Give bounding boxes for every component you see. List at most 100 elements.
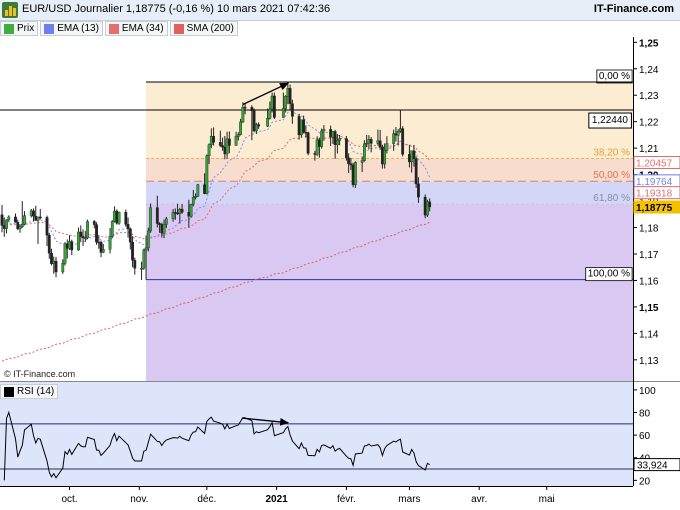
candle-body xyxy=(113,210,116,222)
y-tick-label: 1,24 xyxy=(639,65,659,76)
candle-body xyxy=(34,215,38,221)
legend-label-rsi: RSI (14) xyxy=(17,386,55,397)
candle-body xyxy=(322,129,326,132)
candle-body xyxy=(315,139,319,155)
price-chart[interactable]: 0,00 % 38,20 % 50,00 % 61,80 % 100,00 % 1,224… xyxy=(0,0,680,510)
candle-body xyxy=(99,242,103,253)
copyright-text: © IT-Finance.com xyxy=(4,369,76,379)
candle-body xyxy=(218,142,222,146)
candle-body xyxy=(288,88,292,104)
candle-body xyxy=(36,216,40,221)
candle-body xyxy=(171,212,175,219)
candle-body xyxy=(14,216,17,223)
candle-body xyxy=(270,95,274,110)
candle-body xyxy=(97,241,101,244)
candle-body xyxy=(297,116,301,136)
x-tick-label: févr. xyxy=(337,494,356,505)
fib-zone xyxy=(146,158,634,182)
price-label: 1,19318 xyxy=(636,189,673,200)
rsi-value-label: 33,924 xyxy=(637,461,668,472)
candle-body xyxy=(286,88,290,97)
candle-body xyxy=(32,210,35,217)
candle-body xyxy=(0,214,4,226)
candle-body xyxy=(61,263,65,273)
candle-body xyxy=(2,225,6,229)
rsi-legend: RSI (14) xyxy=(0,384,60,399)
candle-body xyxy=(412,150,416,159)
candle-body xyxy=(290,103,294,117)
candle-body xyxy=(187,211,191,217)
candle-body xyxy=(338,138,342,141)
candle-body xyxy=(128,228,132,243)
candle-body xyxy=(101,249,105,253)
candle-body xyxy=(158,223,161,225)
candle-body xyxy=(47,234,51,254)
candle-body xyxy=(329,129,333,138)
candle-body xyxy=(189,204,193,217)
price-label: 1,18775 xyxy=(636,203,673,214)
x-tick-label: avr. xyxy=(471,494,487,505)
y-tick-label: 1,18 xyxy=(639,224,659,235)
candle-body xyxy=(144,247,148,251)
candle-body xyxy=(124,211,128,225)
y-tick-label: 1,15 xyxy=(639,303,659,314)
candle-body xyxy=(52,260,56,264)
candle-body xyxy=(191,197,195,205)
candle-body xyxy=(394,133,398,136)
fib-zone xyxy=(146,204,634,280)
candle-body xyxy=(381,146,384,165)
candle-body xyxy=(383,150,387,165)
x-tick-label: mars xyxy=(398,494,420,505)
candle-body xyxy=(178,209,182,214)
candle-body xyxy=(399,128,402,132)
y-tick-label: 1,17 xyxy=(639,250,659,261)
candle-body xyxy=(333,131,337,145)
candle-body xyxy=(77,231,80,251)
candle-body xyxy=(29,210,33,216)
y-tick-label: 1,16 xyxy=(639,276,659,287)
candle-body xyxy=(317,139,321,147)
rsi-y-tick-label: 20 xyxy=(639,476,651,487)
x-tick-label: 2021 xyxy=(265,494,288,505)
candle-body xyxy=(180,209,184,213)
candle-body xyxy=(236,134,240,137)
candle-body xyxy=(414,158,418,185)
candle-body xyxy=(408,154,411,163)
candle-body xyxy=(234,136,238,146)
candle-body xyxy=(20,224,24,227)
candle-body xyxy=(320,130,324,147)
rsi-y-tick-label: 100 xyxy=(639,386,656,397)
candle-body xyxy=(223,146,227,155)
candle-body xyxy=(313,153,317,155)
fib-level-label: 50,00 % xyxy=(593,170,630,181)
legend-item-rsi[interactable]: RSI (14) xyxy=(0,384,59,399)
candle-body xyxy=(5,219,8,229)
candle-body xyxy=(164,218,168,225)
candle-body xyxy=(162,224,166,234)
resistance-label: 1,22440 xyxy=(592,115,629,126)
candle-body xyxy=(149,207,152,232)
candle-body xyxy=(212,136,215,143)
candle-body xyxy=(92,221,96,225)
candle-body xyxy=(86,221,89,239)
candle-body xyxy=(45,217,49,236)
candle-body xyxy=(196,184,200,197)
candle-body xyxy=(131,241,134,261)
fib-level-label: 100,00 % xyxy=(588,269,630,280)
candle-body xyxy=(417,183,420,198)
candle-body xyxy=(423,196,427,216)
candle-body xyxy=(385,143,389,151)
candle-body xyxy=(16,222,20,230)
candle-body xyxy=(142,249,146,269)
candle-body xyxy=(254,124,258,132)
candle-body xyxy=(367,139,371,144)
candle-body xyxy=(68,241,71,249)
candle-body xyxy=(349,163,353,166)
candle-body xyxy=(63,243,67,264)
candle-body xyxy=(115,210,119,224)
candle-body xyxy=(376,140,380,144)
candle-body xyxy=(83,237,87,240)
candle-body xyxy=(302,119,306,133)
candle-body xyxy=(7,216,11,221)
fib-level-label: 61,80 % xyxy=(593,193,630,204)
